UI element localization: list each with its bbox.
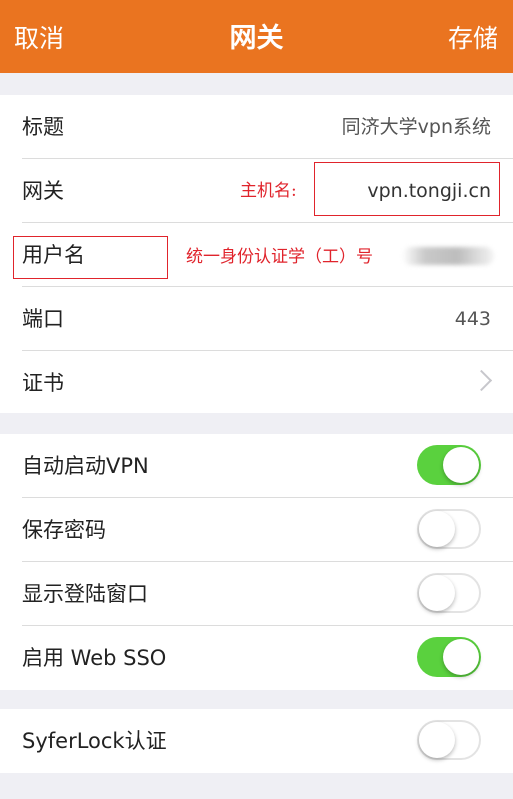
username-annotation: 统一身份认证学（工）号	[186, 247, 373, 267]
port-label: 端口	[22, 307, 64, 331]
options-group: 自动启动VPN 保存密码 显示登陆窗口 启用 Web SSO	[0, 434, 513, 690]
syferlock-group: SyferLock认证	[0, 709, 513, 773]
certificate-label: 证书	[22, 371, 64, 395]
username-highlight-box	[13, 236, 168, 279]
cancel-button[interactable]: 取消	[14, 0, 64, 73]
title-value: 同济大学vpn系统	[341, 116, 491, 138]
gateway-label: 网关	[22, 179, 64, 203]
toggle-knob	[419, 575, 455, 611]
port-row[interactable]: 端口 443	[0, 287, 513, 351]
syferlock-label: SyferLock认证	[22, 729, 167, 753]
redacted-username	[402, 247, 494, 265]
toggle-knob	[443, 639, 479, 675]
web-sso-toggle[interactable]	[417, 637, 481, 677]
port-value: 443	[454, 308, 491, 330]
show-login-window-row: 显示登陆窗口	[0, 562, 513, 626]
title-row[interactable]: 标题 同济大学vpn系统	[0, 95, 513, 159]
hostname-annotation: 主机名:	[240, 181, 297, 201]
toggle-knob	[419, 511, 455, 547]
web-sso-row: 启用 Web SSO	[0, 626, 513, 690]
syferlock-toggle[interactable]	[417, 720, 481, 760]
page-title: 网关	[229, 23, 284, 54]
auto-start-vpn-toggle[interactable]	[417, 445, 481, 485]
hostname-highlight-box	[314, 162, 500, 216]
web-sso-label: 启用 Web SSO	[22, 646, 167, 670]
navigation-bar: 取消 网关 存储	[0, 0, 513, 73]
title-label: 标题	[22, 115, 64, 139]
certificate-row[interactable]: 证书	[0, 351, 513, 415]
save-password-label: 保存密码	[22, 518, 106, 542]
save-password-row: 保存密码	[0, 498, 513, 562]
show-login-window-label: 显示登陆窗口	[22, 582, 148, 606]
auto-start-vpn-row: 自动启动VPN	[0, 434, 513, 498]
show-login-window-toggle[interactable]	[417, 573, 481, 613]
syferlock-row: SyferLock认证	[0, 709, 513, 773]
save-password-toggle[interactable]	[417, 509, 481, 549]
save-button[interactable]: 存储	[448, 0, 498, 73]
chevron-right-icon	[470, 369, 493, 392]
toggle-knob	[443, 447, 479, 483]
auto-start-vpn-label: 自动启动VPN	[22, 454, 149, 478]
toggle-knob	[419, 722, 455, 758]
